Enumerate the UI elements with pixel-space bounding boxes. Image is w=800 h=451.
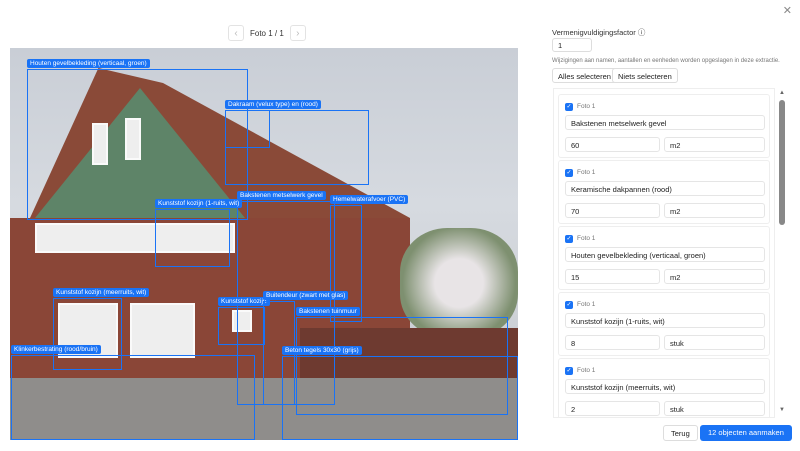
item-name-input[interactable]: Kunststof kozijn (1-ruits, wit) <box>565 313 765 328</box>
item-unit-input[interactable]: stuk <box>664 335 765 350</box>
select-all-button[interactable]: Alles selecteren <box>552 68 617 83</box>
factor-label: Vermenigvuldigingsfactor ⓘ <box>552 27 645 38</box>
factor-label-text: Vermenigvuldigingsfactor <box>552 28 636 37</box>
photo-counter: Foto 1 / 1 <box>250 28 284 38</box>
detection-label: Buitendeur (zwart met glas) <box>263 291 349 300</box>
create-objects-button[interactable]: 12 objecten aanmaken <box>700 425 792 441</box>
detection-box[interactable] <box>218 307 265 345</box>
list-item: ✓ Foto 1 Kunststof kozijn (1-ruits, wit)… <box>558 292 770 356</box>
list-item: ✓ Foto 1 Houten gevelbekleding (verticaa… <box>558 226 770 290</box>
item-unit-input[interactable]: stuk <box>664 401 765 416</box>
item-quantity-input[interactable]: 60 <box>565 137 660 152</box>
info-icon: ⓘ <box>637 28 646 37</box>
detection-box[interactable] <box>11 355 255 440</box>
next-photo-button[interactable]: › <box>289 25 306 41</box>
item-name-input[interactable]: Keramische dakpannen (rood) <box>565 181 765 196</box>
item-checkbox[interactable]: ✓ <box>565 301 573 309</box>
item-photo: Foto 1 <box>577 235 596 242</box>
close-icon[interactable]: ✕ <box>783 4 792 17</box>
detection-box[interactable] <box>225 110 270 148</box>
detection-label: Houten gevelbekleding (verticaal, groen) <box>27 59 150 68</box>
detection-label: Klinkerbestrating (rood/bruin) <box>11 345 101 354</box>
list-item: ✓ Foto 1 Keramische dakpannen (rood) 70 … <box>558 160 770 224</box>
item-checkbox[interactable]: ✓ <box>565 367 573 375</box>
detection-label: Bakstenen tuinmuur <box>296 307 360 316</box>
item-name-input[interactable]: Bakstenen metselwerk gevel <box>565 115 765 130</box>
item-unit-input[interactable]: m2 <box>664 269 765 284</box>
item-quantity-input[interactable]: 8 <box>565 335 660 350</box>
item-quantity-input[interactable]: 2 <box>565 401 660 416</box>
prev-photo-button[interactable]: ‹ <box>228 25 244 41</box>
detection-box[interactable] <box>155 209 230 267</box>
factor-input[interactable]: 1 <box>552 38 592 52</box>
item-name-input[interactable]: Kunststof kozijn (meerruits, wit) <box>565 379 765 394</box>
item-photo: Foto 1 <box>577 367 596 374</box>
detection-box[interactable] <box>27 69 248 220</box>
item-photo: Foto 1 <box>577 103 596 110</box>
detection-label: Hemelwaterafvoer (PVC) <box>330 195 409 204</box>
list-item: ✓ Foto 1 Bakstenen metselwerk gevel 60 m… <box>558 94 770 158</box>
item-checkbox[interactable]: ✓ <box>565 103 573 111</box>
detection-box[interactable] <box>282 356 518 440</box>
detection-label: Dakraam (velux type) en (rood) <box>225 100 321 109</box>
item-unit-input[interactable]: m2 <box>664 137 765 152</box>
back-button[interactable]: Terug <box>663 425 698 441</box>
detection-box[interactable] <box>330 205 362 322</box>
scroll-down-icon[interactable]: ▼ <box>779 407 785 413</box>
scroll-up-icon[interactable]: ▲ <box>779 90 785 96</box>
item-quantity-input[interactable]: 15 <box>565 269 660 284</box>
detection-label: Kunststof kozijn (meerruits, wit) <box>53 288 150 297</box>
chevron-right-icon: › <box>296 27 300 39</box>
item-photo: Foto 1 <box>577 301 596 308</box>
detection-label: Kunststof kozijn (1-ruits, wit) <box>155 199 243 208</box>
item-list: ✓ Foto 1 Bakstenen metselwerk gevel 60 m… <box>553 88 775 418</box>
item-unit-input[interactable]: m2 <box>664 203 765 218</box>
item-checkbox[interactable]: ✓ <box>565 235 573 243</box>
item-quantity-input[interactable]: 70 <box>565 203 660 218</box>
item-photo: Foto 1 <box>577 169 596 176</box>
select-none-button[interactable]: Niets selecteren <box>612 68 678 83</box>
detection-label: Beton tegels 30x30 (grijs) <box>282 346 362 355</box>
chevron-left-icon: ‹ <box>234 27 238 39</box>
save-note: Wijzigingen aan namen, aantallen en eenh… <box>552 58 780 64</box>
detection-label: Bakstenen metselwerk gevel <box>237 191 326 200</box>
detection-label: Kunststof kozijn <box>218 297 270 306</box>
photo-nav: ‹ Foto 1 / 1 › <box>228 25 306 41</box>
scrollbar[interactable] <box>779 100 785 225</box>
item-name-input[interactable]: Houten gevelbekleding (verticaal, groen) <box>565 247 765 262</box>
list-item: ✓ Foto 1 Kunststof kozijn (meerruits, wi… <box>558 358 770 417</box>
window <box>130 303 195 358</box>
item-checkbox[interactable]: ✓ <box>565 169 573 177</box>
